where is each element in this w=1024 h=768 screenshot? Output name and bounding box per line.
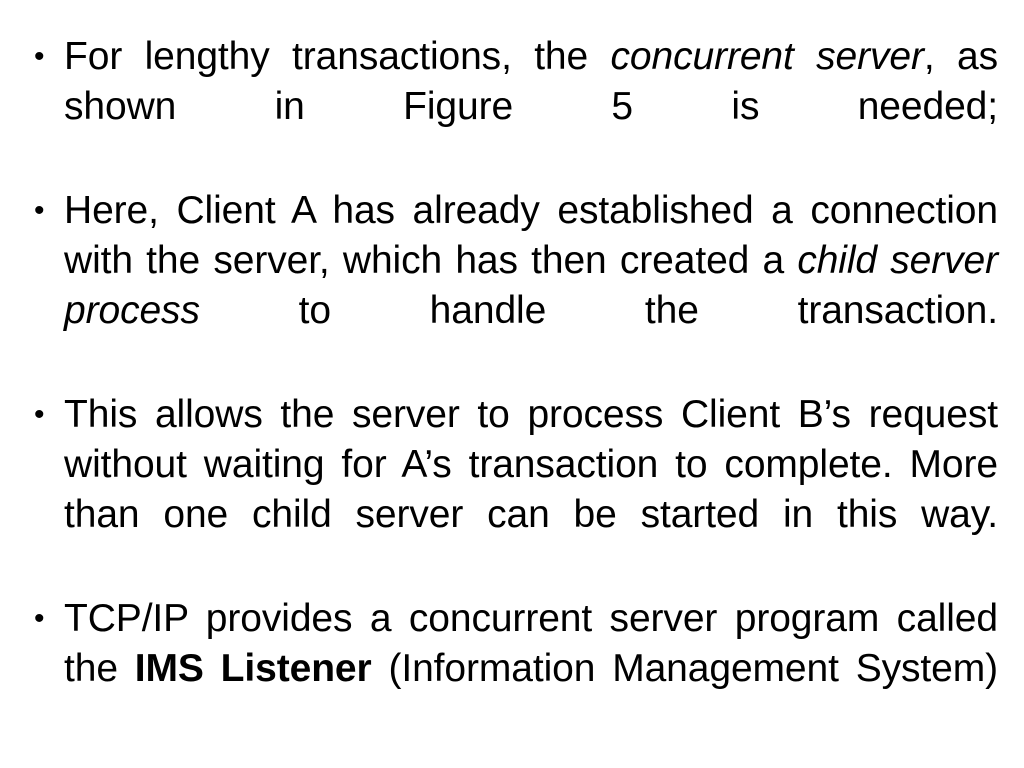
- bullet-bullet-client-a-connection: • Here, Client A has already established …: [26, 186, 998, 386]
- emphasis-italic: concurrent server: [610, 35, 924, 78]
- bullet-point-icon: •: [34, 194, 45, 227]
- bullet-bullet-client-b-request: • This allows the server to process Clien…: [26, 390, 998, 590]
- bullet-text: Here, Client A has already established a…: [64, 189, 998, 332]
- bullet-bullet-concurrent-server: • For lengthy transactions, the concurren…: [26, 32, 998, 182]
- bullet-point-icon: •: [34, 602, 45, 635]
- text-run: to handle the transaction.: [199, 289, 999, 332]
- text-run: For lengthy transactions, the: [64, 35, 611, 78]
- bullet-bullet-ims-listener: • TCP/IP provides a concurrent server pro…: [26, 594, 998, 744]
- bullet-point-icon: •: [34, 398, 45, 431]
- bullet-text: This allows the server to process Client…: [64, 393, 998, 536]
- bullet-list: • For lengthy transactions, the concurren…: [26, 32, 998, 748]
- text-run: (Information Management System): [371, 647, 999, 690]
- bullet-text: For lengthy transactions, the concurrent…: [64, 35, 998, 128]
- slide-canvas: • For lengthy transactions, the concurren…: [0, 0, 1024, 768]
- bullet-point-icon: •: [34, 40, 45, 73]
- emphasis-bold: IMS Listener: [134, 647, 372, 690]
- text-run: This allows the server to process Client…: [64, 393, 998, 536]
- bullet-text: TCP/IP provides a concurrent server prog…: [64, 597, 998, 690]
